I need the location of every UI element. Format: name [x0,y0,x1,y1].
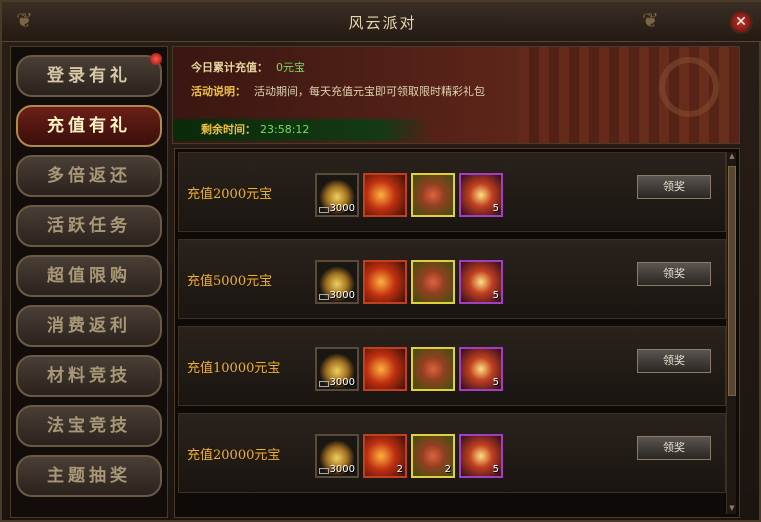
reward-row: 充值10000元宝 3000 5 领奖 [178,326,726,406]
event-banner: 今日累计充值： 0元宝 活动说明： 活动期间，每天充值元宝即可领取限时精彩礼包 剩余… [172,46,740,144]
gift-bag-icon[interactable] [411,173,455,217]
sidebar-item-recharge-gift[interactable]: 充值有礼 [16,105,162,147]
sidebar-item-label: 材料竞技 [47,366,131,386]
sidebar-item-theme-lottery[interactable]: 主题抽奖 [16,455,162,497]
claim-button[interactable]: 领奖 [637,262,711,286]
sidebar-item-multi-return[interactable]: 多倍返还 [16,155,162,197]
sidebar-item-active-tasks[interactable]: 活跃任务 [16,205,162,247]
sidebar: 登录有礼 充值有礼 多倍返还 活跃任务 超值限购 消费返利 材料竞技 法宝竞技 … [10,46,168,518]
item-count: 5 [492,290,499,301]
sidebar-item-label: 消费返利 [47,316,131,336]
reward-items: 3000 5 [315,173,503,217]
reward-items: 3000 5 [315,347,503,391]
scroll-icon[interactable] [363,260,407,304]
scroll-up-icon[interactable]: ▲ [728,152,736,162]
sidebar-item-label: 超值限购 [47,266,131,286]
gift-bag-icon[interactable] [411,260,455,304]
item-count: 2 [444,464,451,475]
item-count: 5 [492,464,499,475]
reward-row: 充值20000元宝 3000 2 2 5 领奖 [178,413,726,493]
sidebar-item-material-contest[interactable]: 材料竞技 [16,355,162,397]
event-description-label: 活动说明： [191,85,246,98]
item-count: 3000 [329,377,355,388]
talisman-icon[interactable]: 5 [459,434,503,478]
gold-ingot-icon[interactable]: 3000 [315,434,359,478]
reward-row-label: 充值20000元宝 [187,448,281,463]
gift-bag-icon[interactable] [411,347,455,391]
today-recharge-label: 今日累计充值： [191,61,268,74]
close-icon[interactable]: ✕ [729,10,753,34]
sidebar-item-treasure-contest[interactable]: 法宝竞技 [16,405,162,447]
sidebar-item-label: 活跃任务 [47,216,131,236]
sidebar-item-label: 充值有礼 [47,116,131,136]
claim-button[interactable]: 领奖 [637,349,711,373]
window-title: 风云派对 [348,14,417,32]
gold-ingot-icon[interactable]: 3000 [315,260,359,304]
banner-ornament-icon [659,57,719,117]
reward-row-label: 充值10000元宝 [187,361,281,376]
item-count: 3000 [329,203,355,214]
talisman-icon[interactable]: 5 [459,173,503,217]
remaining-time-label: 剩余时间： [201,123,256,136]
bound-lock-icon [319,381,329,387]
remaining-time-value: 23:58:12 [260,123,310,136]
scrollbar[interactable]: ▲ ▼ [726,152,736,514]
reward-list: 充值2000元宝 3000 5 领奖 充值5000元宝 3000 5 领奖 充值… [174,148,740,518]
remaining-time: 剩余时间： 23:58:12 [173,119,433,141]
scroll-down-icon[interactable]: ▼ [728,504,736,514]
title-bar: ❦ ❦ 风云派对 ✕ [2,2,761,42]
gold-ingot-icon[interactable]: 3000 [315,347,359,391]
reward-row-label: 充值2000元宝 [187,187,273,202]
scrollbar-thumb[interactable] [728,166,736,396]
gold-ingot-icon[interactable]: 3000 [315,173,359,217]
notification-dot-icon [150,53,162,65]
reward-items: 3000 2 2 5 [315,434,503,478]
item-count: 2 [396,464,403,475]
gift-bag-icon[interactable]: 2 [411,434,455,478]
event-window: ❦ ❦ 风云派对 ✕ 登录有礼 充值有礼 多倍返还 活跃任务 超值限购 消费返利… [0,0,761,522]
scroll-icon[interactable] [363,347,407,391]
today-recharge: 今日累计充值： 0元宝 [191,59,305,75]
sidebar-item-label: 登录有礼 [47,66,131,86]
reward-row: 充值5000元宝 3000 5 领奖 [178,239,726,319]
talisman-icon[interactable]: 5 [459,260,503,304]
sidebar-item-label: 主题抽奖 [47,466,131,486]
claim-button[interactable]: 领奖 [637,436,711,460]
bound-lock-icon [319,468,329,474]
scroll-icon[interactable] [363,173,407,217]
sidebar-item-label: 法宝竞技 [47,416,131,436]
today-recharge-value: 0元宝 [276,61,305,74]
sidebar-item-limited-purchase[interactable]: 超值限购 [16,255,162,297]
item-count: 5 [492,203,499,214]
reward-row-label: 充值5000元宝 [187,274,273,289]
scroll-icon[interactable]: 2 [363,434,407,478]
event-description: 活动说明： 活动期间，每天充值元宝即可领取限时精彩礼包 [191,83,485,99]
sidebar-item-login-gift[interactable]: 登录有礼 [16,53,162,97]
item-count: 3000 [329,290,355,301]
sidebar-item-label: 多倍返还 [47,166,131,186]
event-description-text: 活动期间，每天充值元宝即可领取限时精彩礼包 [254,85,485,98]
reward-row: 充值2000元宝 3000 5 领奖 [178,152,726,232]
sidebar-item-spend-rebate[interactable]: 消费返利 [16,305,162,347]
item-count: 5 [492,377,499,388]
reward-items: 3000 5 [315,260,503,304]
talisman-icon[interactable]: 5 [459,347,503,391]
item-count: 3000 [329,464,355,475]
bound-lock-icon [319,207,329,213]
claim-button[interactable]: 领奖 [637,175,711,199]
bound-lock-icon [319,294,329,300]
